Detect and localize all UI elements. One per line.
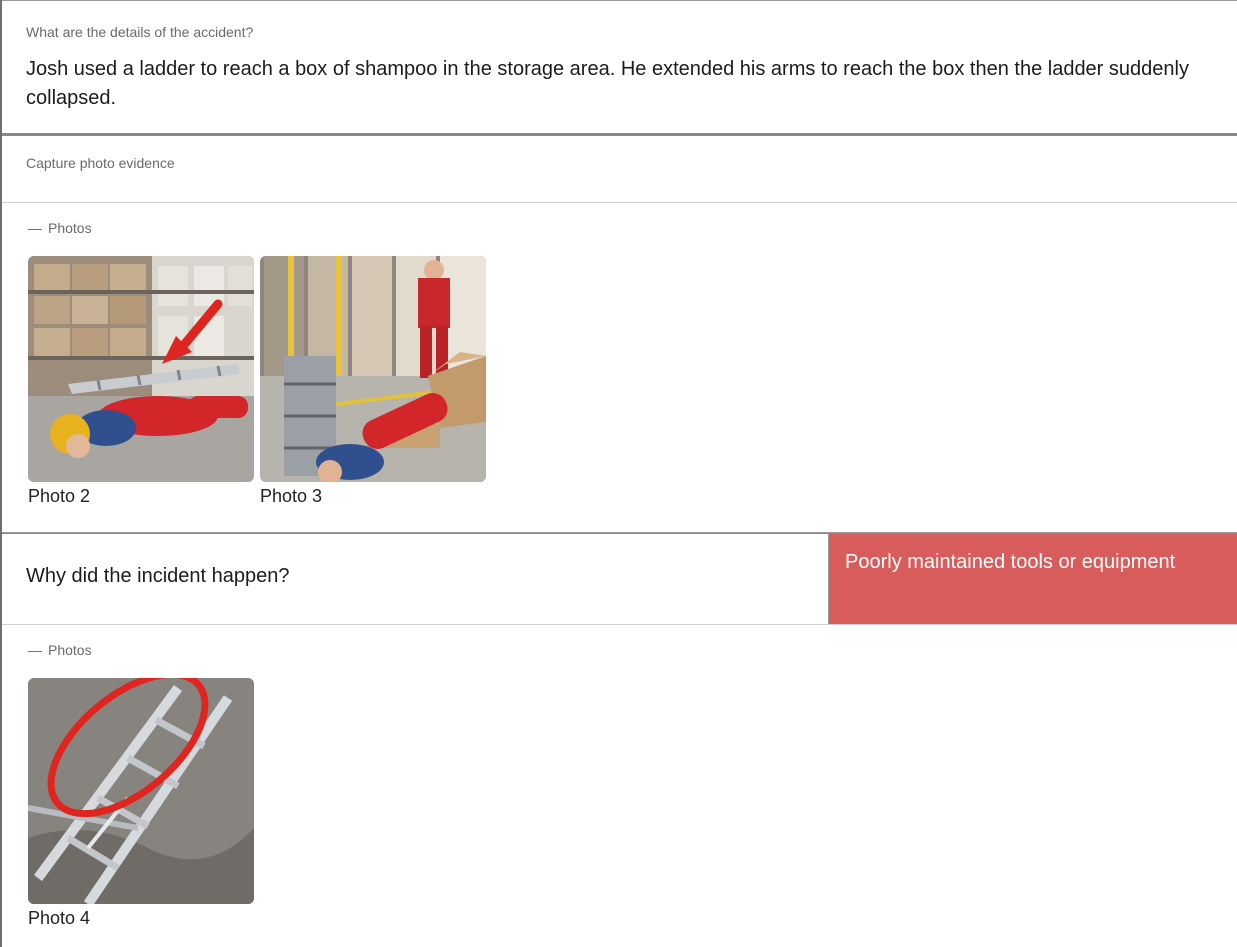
details-question-row[interactable]: What are the details of the accident? Jo…: [2, 0, 1237, 136]
photo-thumbnail-3[interactable]: [260, 256, 486, 482]
photos-section-header[interactable]: — Photos: [28, 219, 1237, 237]
photo-caption: Photo 2: [28, 486, 91, 506]
capture-photo-label: Capture photo evidence: [26, 155, 175, 171]
photo-item[interactable]: Photo 4: [28, 678, 254, 930]
collapse-dash-icon[interactable]: —: [28, 642, 42, 658]
photo-gallery: Photo 4: [28, 678, 1237, 930]
details-answer-text: Josh used a ladder to reach a box of sha…: [26, 58, 1189, 109]
photos-section-2: — Photos Photo 4: [2, 625, 1237, 947]
details-question-label: What are the details of the accident?: [26, 24, 254, 40]
photo-gallery: Photo 2 Photo 3: [28, 256, 1237, 508]
photo-caption: Photo 3: [260, 486, 323, 506]
photos-section-label: Photos: [48, 220, 92, 236]
why-question-row[interactable]: Why did the incident happen? Poorly main…: [2, 533, 1237, 625]
photos-section-1: — Photos Photo 2 Photo 3: [2, 203, 1237, 533]
capture-photo-row[interactable]: Capture photo evidence: [2, 136, 1237, 203]
why-response-badge[interactable]: Poorly maintained tools or equipment: [829, 534, 1237, 624]
inspection-report: What are the details of the accident? Jo…: [0, 0, 1237, 947]
photos-section-label: Photos: [48, 642, 92, 658]
photo-thumbnail-2[interactable]: [28, 256, 254, 482]
why-question-label: Why did the incident happen?: [2, 534, 829, 624]
photo-item[interactable]: Photo 2: [28, 256, 254, 508]
photo-caption: Photo 4: [28, 908, 91, 928]
collapse-dash-icon[interactable]: —: [28, 220, 42, 236]
photos-section-header[interactable]: — Photos: [28, 641, 1237, 659]
photo-item[interactable]: Photo 3: [260, 256, 486, 508]
photo-thumbnail-4[interactable]: [28, 678, 254, 904]
